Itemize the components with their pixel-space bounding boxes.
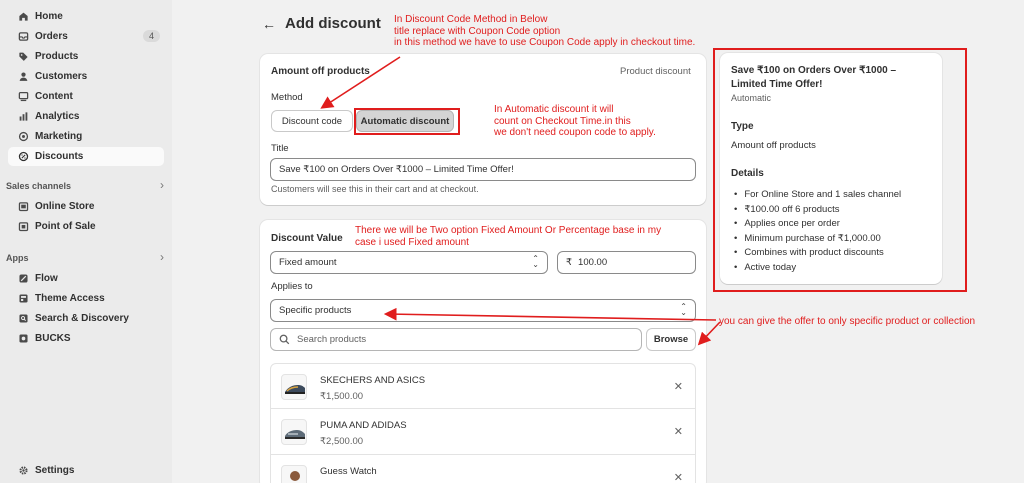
sidebar-item-discounts[interactable]: Discounts bbox=[8, 147, 164, 166]
chevron-right-icon: › bbox=[160, 178, 164, 192]
title-input[interactable]: Save ₹100 on Orders Over ₹1000 – Limited… bbox=[270, 158, 696, 181]
annotation-applies-to: you can give the offer to only specific … bbox=[719, 316, 976, 327]
orders-icon bbox=[18, 31, 29, 42]
person-icon bbox=[18, 71, 29, 82]
value-type-select[interactable]: Fixed amount ⌃ ⌄ bbox=[270, 251, 548, 274]
sidebar-item-label: Orders bbox=[35, 31, 68, 42]
select-arrows-icon: ⌃ ⌄ bbox=[532, 254, 539, 269]
tag-icon bbox=[18, 51, 29, 62]
value-type-value: Fixed amount bbox=[279, 257, 337, 268]
theme-access-icon bbox=[18, 293, 29, 304]
sidebar-item-marketing[interactable]: Marketing bbox=[8, 127, 164, 146]
remove-product-icon[interactable]: ✕ bbox=[674, 425, 683, 438]
sidebar-item-flow[interactable]: Flow bbox=[8, 269, 164, 288]
sidebar-item-label: Analytics bbox=[35, 111, 80, 122]
method-label: Method bbox=[271, 92, 303, 103]
sidebar-item-content[interactable]: Content bbox=[8, 87, 164, 106]
product-thumbnail bbox=[281, 374, 307, 400]
search-placeholder: Search products bbox=[297, 334, 367, 345]
select-arrows-icon: ⌃ ⌄ bbox=[680, 302, 687, 317]
product-name: PUMA AND ADIDAS bbox=[320, 420, 407, 431]
list-item: PUMA AND ADIDAS ₹2,500.00 ✕ bbox=[270, 409, 696, 455]
summary-highlight-box bbox=[713, 48, 967, 292]
search-discovery-icon bbox=[18, 313, 29, 324]
sidebar-item-label: Customers bbox=[35, 71, 88, 82]
sidebar-item-label: Home bbox=[35, 11, 63, 22]
title-help-text: Customers will see this in their cart an… bbox=[271, 184, 479, 194]
annotation-discount-value: There we will be Two option Fixed Amount… bbox=[355, 225, 662, 248]
sidebar-item-label: Content bbox=[35, 91, 73, 102]
card-title: Amount off products bbox=[271, 66, 370, 77]
product-thumbnail bbox=[281, 419, 307, 445]
currency-prefix: ₹ bbox=[566, 257, 573, 268]
sidebar-item-label: Settings bbox=[35, 465, 75, 476]
sidebar-item-label: Point of Sale bbox=[35, 221, 96, 232]
amount-input[interactable]: ₹ 100.00 bbox=[557, 251, 696, 274]
sidebar: Home Orders 4 Products Customers Content… bbox=[0, 0, 172, 483]
sidebar-item-label: Online Store bbox=[35, 201, 95, 212]
sidebar-item-label: Marketing bbox=[35, 131, 83, 142]
list-item: Guess Watch ✕ bbox=[270, 455, 696, 483]
sidebar-item-settings[interactable]: Settings bbox=[8, 461, 164, 480]
page-title: Add discount bbox=[285, 15, 381, 32]
sidebar-item-orders[interactable]: Orders 4 bbox=[8, 27, 164, 46]
automatic-discount-highlight-box bbox=[354, 108, 460, 135]
discount-code-button[interactable]: Discount code bbox=[271, 110, 353, 132]
sidebar-item-label: BUCKS bbox=[35, 333, 71, 344]
analytics-icon bbox=[18, 111, 29, 122]
home-icon bbox=[18, 11, 29, 22]
sidebar-item-point-of-sale[interactable]: Point of Sale bbox=[8, 217, 164, 236]
chevron-right-icon: › bbox=[160, 250, 164, 264]
page-header: ← Add discount bbox=[262, 15, 381, 32]
search-products-input[interactable]: Search products bbox=[270, 328, 642, 351]
sidebar-item-home[interactable]: Home bbox=[8, 7, 164, 26]
back-arrow-icon[interactable]: ← bbox=[262, 16, 276, 32]
title-label: Title bbox=[271, 143, 289, 154]
discount-type-label: Product discount bbox=[620, 66, 691, 77]
sidebar-item-analytics[interactable]: Analytics bbox=[8, 107, 164, 126]
sidebar-item-customers[interactable]: Customers bbox=[8, 67, 164, 86]
remove-product-icon[interactable]: ✕ bbox=[674, 471, 683, 483]
gear-icon bbox=[18, 465, 29, 476]
sidebar-item-label: Theme Access bbox=[35, 293, 105, 304]
discount-value-label: Discount Value bbox=[271, 233, 343, 244]
applies-to-value: Specific products bbox=[279, 305, 352, 316]
sales-channels-heading[interactable]: Sales channels › bbox=[6, 178, 164, 192]
store-icon bbox=[18, 201, 29, 212]
flow-icon bbox=[18, 273, 29, 284]
sidebar-item-label: Discounts bbox=[35, 151, 84, 162]
bucks-icon bbox=[18, 333, 29, 344]
applies-to-label: Applies to bbox=[271, 281, 313, 292]
list-item: SKECHERS AND ASICS ₹1,500.00 ✕ bbox=[270, 363, 696, 409]
applies-to-select[interactable]: Specific products ⌃ ⌄ bbox=[270, 299, 696, 322]
title-input-value: Save ₹100 on Orders Over ₹1000 – Limited… bbox=[279, 164, 514, 175]
sidebar-item-products[interactable]: Products bbox=[8, 47, 164, 66]
product-name: SKECHERS AND ASICS bbox=[320, 375, 426, 386]
sidebar-item-theme-access[interactable]: Theme Access bbox=[8, 289, 164, 308]
product-name: Guess Watch bbox=[320, 466, 377, 477]
product-price: ₹1,500.00 bbox=[320, 391, 364, 402]
product-thumbnail bbox=[281, 465, 307, 483]
product-price: ₹2,500.00 bbox=[320, 436, 364, 447]
browse-button[interactable]: Browse bbox=[646, 328, 696, 351]
content-icon bbox=[18, 91, 29, 102]
sidebar-item-online-store[interactable]: Online Store bbox=[8, 197, 164, 216]
annotation-discount-code: In Discount Code Method in Below title r… bbox=[394, 14, 696, 48]
sidebar-item-label: Flow bbox=[35, 273, 58, 284]
remove-product-icon[interactable]: ✕ bbox=[674, 380, 683, 393]
orders-count-badge: 4 bbox=[142, 30, 160, 42]
annotation-automatic: In Automatic discount it will count on C… bbox=[494, 104, 656, 138]
pos-icon bbox=[18, 221, 29, 232]
search-icon bbox=[279, 334, 290, 345]
sidebar-item-bucks[interactable]: BUCKS bbox=[8, 329, 164, 348]
sidebar-item-search-discovery[interactable]: Search & Discovery bbox=[8, 309, 164, 328]
sidebar-item-label: Search & Discovery bbox=[35, 313, 129, 324]
apps-heading[interactable]: Apps › bbox=[6, 250, 164, 264]
amount-value: 100.00 bbox=[578, 257, 608, 268]
target-icon bbox=[18, 131, 29, 142]
discount-icon bbox=[18, 151, 29, 162]
sidebar-item-label: Products bbox=[35, 51, 79, 62]
